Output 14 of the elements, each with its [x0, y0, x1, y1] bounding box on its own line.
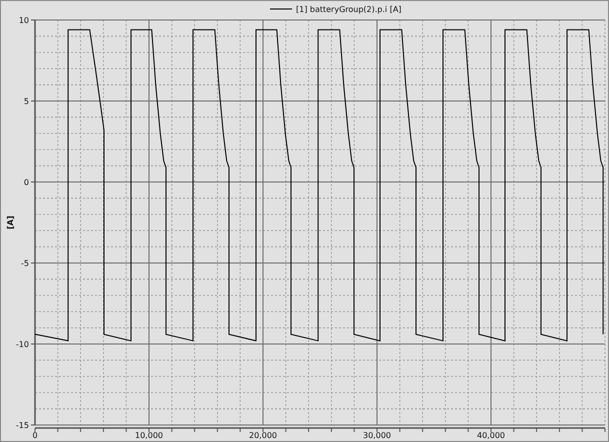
y-tick-label: 10 [18, 16, 29, 25]
legend-line-icon [270, 8, 292, 10]
y-tick-label: -10 [16, 340, 29, 349]
y-tick-label: 5 [24, 97, 29, 106]
x-tick-label: 40,000 [477, 431, 505, 440]
x-tick-label: 30,000 [363, 431, 391, 440]
y-tick-label: -15 [16, 421, 29, 430]
x-tick-label: 10,000 [135, 431, 163, 440]
x-tick-label: 0 [32, 431, 38, 440]
legend-label: [1] batteryGroup(2).p.i [A] [296, 5, 402, 14]
y-tick-label: 0 [24, 178, 29, 187]
y-tick-label: -5 [21, 259, 29, 268]
y-axis-label: [A] [6, 216, 15, 230]
x-tick-label: 20,000 [249, 431, 277, 440]
